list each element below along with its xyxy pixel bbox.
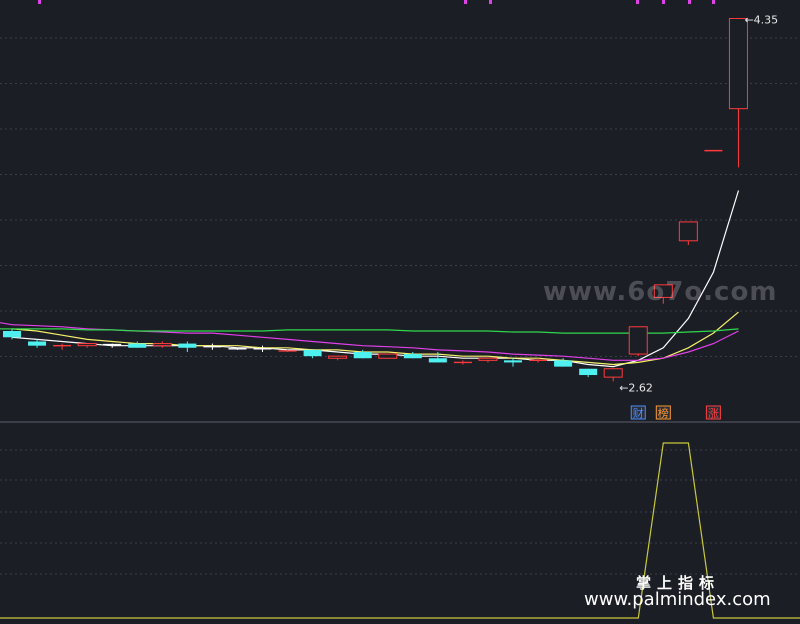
signal-tag: 榜 <box>658 406 669 420</box>
site-watermark: www.6o7o.com <box>543 277 778 307</box>
signal-tag: 涨 <box>708 407 719 420</box>
candle-body <box>378 353 398 359</box>
top-tick <box>712 0 715 4</box>
top-tick <box>688 0 691 4</box>
candle-body <box>303 349 322 357</box>
candle-body <box>178 343 197 348</box>
candle-body <box>152 343 172 347</box>
top-tick <box>636 0 639 4</box>
top-tick <box>38 0 41 4</box>
candle-body <box>403 354 422 359</box>
candle-body <box>77 343 97 347</box>
candle-body <box>128 343 147 348</box>
candle-body <box>603 368 623 378</box>
top-tick <box>662 0 665 4</box>
high-price-label: ←4.35 <box>744 13 778 26</box>
top-tick <box>464 0 467 4</box>
chart-stage: ←4.35 ←2.62 财榜涨 www.6o7o.com 掌上指标 www.palm… <box>0 0 800 624</box>
candle-body <box>554 360 573 367</box>
url-watermark: www.palmindex.com <box>584 589 771 610</box>
candle-body <box>579 368 598 376</box>
candle-body <box>328 355 348 359</box>
candle-body <box>478 357 498 361</box>
candle-body <box>353 351 372 359</box>
stock-chart: ←4.35 ←2.62 财榜 涨 <box>0 0 800 619</box>
candle-body <box>728 17 748 110</box>
candle-body <box>678 221 698 242</box>
moving-average-line <box>0 322 13 326</box>
candle-body <box>28 341 47 346</box>
candle-body <box>628 326 648 355</box>
candle-body <box>504 360 522 363</box>
top-tick <box>489 0 492 4</box>
candle-body <box>3 330 21 338</box>
signal-tag: 财 <box>633 406 644 420</box>
candle-body <box>428 358 447 363</box>
low-price-label: ←2.62 <box>619 381 653 394</box>
